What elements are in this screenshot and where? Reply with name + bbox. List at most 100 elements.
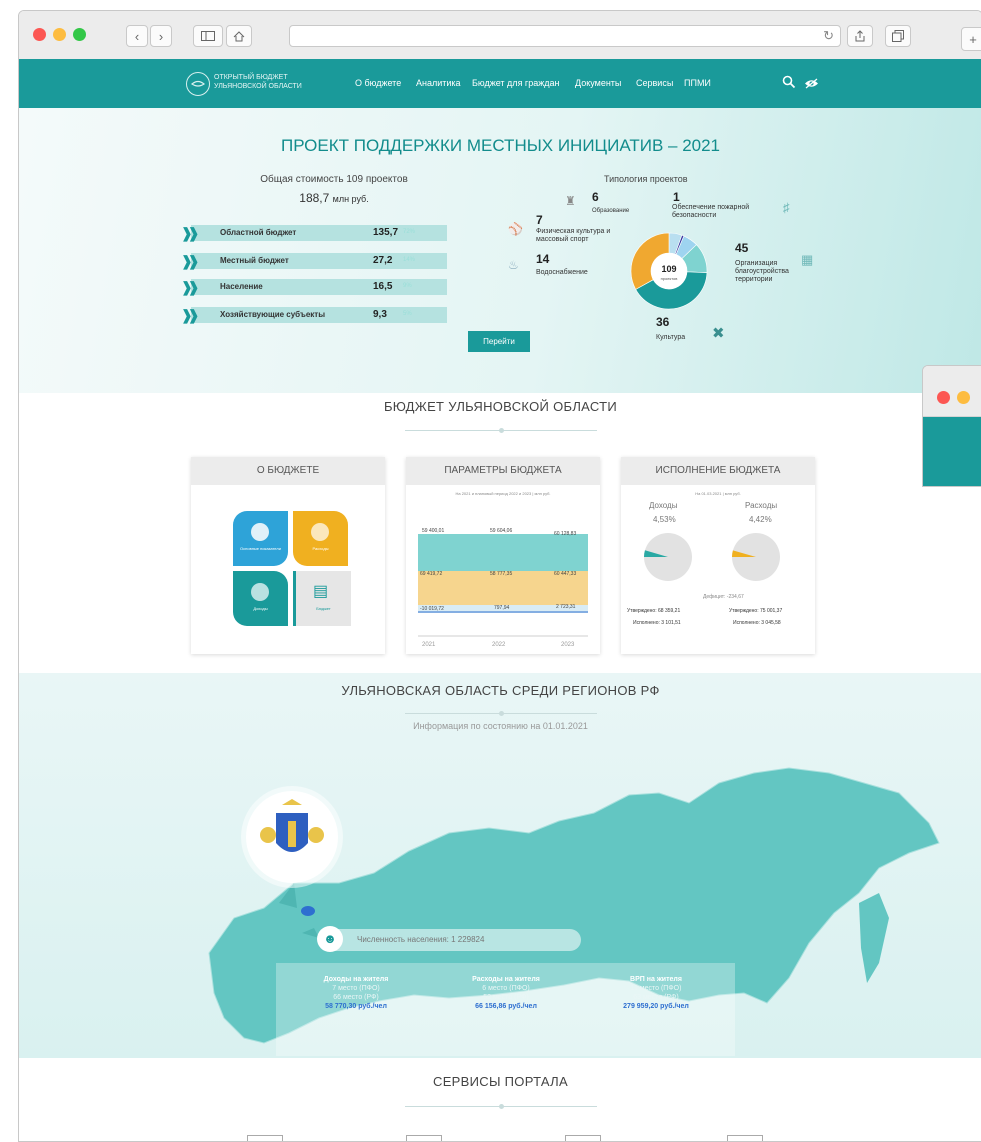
card-title: О БЮДЖЕТЕ [191,457,385,485]
share-icon[interactable] [847,25,873,47]
data-label: 60 447,33 [554,571,576,577]
browser-window: ‹ › ↻ + ОТКРЫТЫЙ БЮДЖЕТ УЛЬЯНОВСКОЙ ОБЛАС… [18,10,981,1142]
population-text: Численность населения: 1 229824 [357,935,485,944]
stat-title: Доходы на жителя [323,976,389,983]
minimize-window-button[interactable] [957,391,970,404]
landscaping-icon: ▦ [801,252,814,267]
income-approved: Утверждено: 68 359,21 [627,608,681,614]
minimize-window-button[interactable] [53,28,66,41]
budget-section-title: БЮДЖЕТ УЛЬЯНОВСКОЙ ОБЛАСТИ [383,399,618,414]
expense-percent: 4,42% [749,515,772,524]
stat-title: ВРП на жителя [630,976,682,983]
tile-main-indicators[interactable]: Основные показатели [233,511,288,566]
stat-value: 279 959,20 руб./чел [623,1003,689,1010]
tile-label: Расходы [312,546,329,551]
year-label: 2022 [492,642,506,648]
close-window-button[interactable] [33,28,46,41]
donut-center-label: проектов [661,276,678,281]
new-tab-icon[interactable]: + [961,27,981,51]
funding-percent: 5% [403,311,412,317]
accessibility-eye-icon[interactable] [804,76,819,94]
typology-count: 36 [656,315,670,329]
background-browser-window[interactable] [922,365,981,487]
about-budget-card[interactable]: О БЮДЖЕТЕ Основные показатели Расходы До… [191,457,385,654]
service-icon[interactable] [247,1135,283,1141]
nav-budget-for-citizens[interactable]: Бюджет для граждан [472,78,559,88]
expense-executed: Исполнено: 3 045,58 [733,620,781,626]
ppmi-hero: ПРОЕКТ ПОДДЕРЖКИ МЕСТНЫХ ИНИЦИАТИВ – 202… [19,108,981,393]
service-icon[interactable] [565,1135,601,1141]
typology-count: 6 [592,190,599,204]
funding-label: Местный бюджет [220,256,289,265]
section-divider-dot [499,428,504,433]
data-label: 59 604,06 [490,528,512,534]
data-label: 58 777,35 [490,571,512,577]
arrow-icon: ❱❱ [181,307,199,323]
site-header: ОТКРЫТЫЙ БЮДЖЕТ УЛЬЯНОВСКОЙ ОБЛАСТИ О бюд… [19,59,981,108]
tile-label: Бюджет [316,606,331,611]
logo-icon[interactable] [186,72,210,96]
hero-title: ПРОЕКТ ПОДДЕРЖКИ МЕСТНЫХ ИНИЦИАТИВ – 202… [280,136,721,155]
logo-text[interactable]: ОТКРЫТЫЙ БЮДЖЕТ УЛЬЯНОВСКОЙ ОБЛАСТИ [214,73,302,91]
funding-label: Хозяйствующие субъекты [220,310,326,319]
stat-value: 66 156,86 руб./чел [475,1003,537,1010]
ulyanovsk-region-marker[interactable] [301,906,315,916]
close-window-button[interactable] [937,391,950,404]
nav-services[interactable]: Сервисы [636,78,673,88]
funding-value: 27,2 [373,255,393,266]
typology-label: Физическая культура и массовый спорт [536,228,611,243]
typology-count: 45 [735,241,749,255]
income-pie-chart [644,533,692,581]
forward-icon[interactable]: › [150,25,172,47]
tabs-icon[interactable] [885,25,911,47]
budget-execution-card[interactable]: ИСПОЛНЕНИЕ БЮДЖЕТА На 01.03.2021 | млн р… [621,457,815,654]
expense-pie-chart [732,533,780,581]
stat-grp-per-capita: ВРП на жителя 11 место (ПФО) 63 место (Р… [576,975,736,1011]
stat-income-per-capita: Доходы на жителя 7 место (ПФО) 66 место … [276,975,436,1011]
briefcase-icon: ▤ [313,583,329,600]
funding-percent: 14% [403,257,416,263]
address-bar[interactable]: ↻ [289,25,841,47]
section-divider-dot [499,1104,504,1109]
zoom-window-button[interactable] [73,28,86,41]
funding-label: Население [220,282,263,291]
nav-about-budget[interactable]: О бюджете [355,78,401,88]
nav-documents[interactable]: Документы [575,78,621,88]
service-icon[interactable] [727,1135,763,1141]
income-label: Доходы [649,501,678,510]
income-percent: 4,53% [653,515,676,524]
tile-budget[interactable]: ▤ Бюджет [293,571,351,626]
search-icon[interactable] [782,75,796,94]
service-icon[interactable] [406,1135,442,1141]
people-icon: ☻ [317,926,343,952]
funding-bar: ❱❱ Население 16,5 9% [181,279,447,295]
nav-ppmi[interactable]: ППМИ [684,78,711,88]
typology-label: Культура [656,334,686,341]
regions-section-title: УЛЬЯНОВСКАЯ ОБЛАСТЬ СРЕДИ РЕГИОНОВ РФ [341,683,660,698]
tile-income[interactable]: Доходы [233,571,288,626]
sidebar-icon[interactable] [193,25,223,47]
data-label: 59 400,01 [422,528,444,534]
typology-count: 7 [536,213,543,227]
funding-percent: 9% [403,283,412,289]
nav-analytics[interactable]: Аналитика [416,78,461,88]
budget-parameters-card[interactable]: ПАРАМЕТРЫ БЮДЖЕТА На 2021 и плановый пер… [406,457,600,654]
back-icon[interactable]: ‹ [126,25,148,47]
services-section-title: СЕРВИСЫ ПОРТАЛА [433,1074,568,1089]
typology-label: Водоснабжение [536,269,588,276]
funding-label: Областной бюджет [220,228,297,237]
expenses-icon [311,523,329,541]
arrow-icon: ❱❱ [181,225,199,241]
tile-expenses[interactable]: Расходы [293,511,348,566]
typology-label: Обеспечение пожарной безопасности [672,204,750,219]
home-icon[interactable] [226,25,252,47]
go-button[interactable]: Перейти [468,331,530,352]
coat-of-arms-badge [246,791,338,883]
typology-count: 14 [536,252,550,266]
education-icon: ♜ [565,194,576,208]
stat-rank: 66 место (РФ) [333,994,379,1001]
indicators-icon [251,523,269,541]
arrow-icon: ❱❱ [181,279,199,295]
reload-icon[interactable]: ↻ [823,28,834,44]
regions-subtitle: Информация по состоянию на 01.01.2021 [413,721,588,731]
